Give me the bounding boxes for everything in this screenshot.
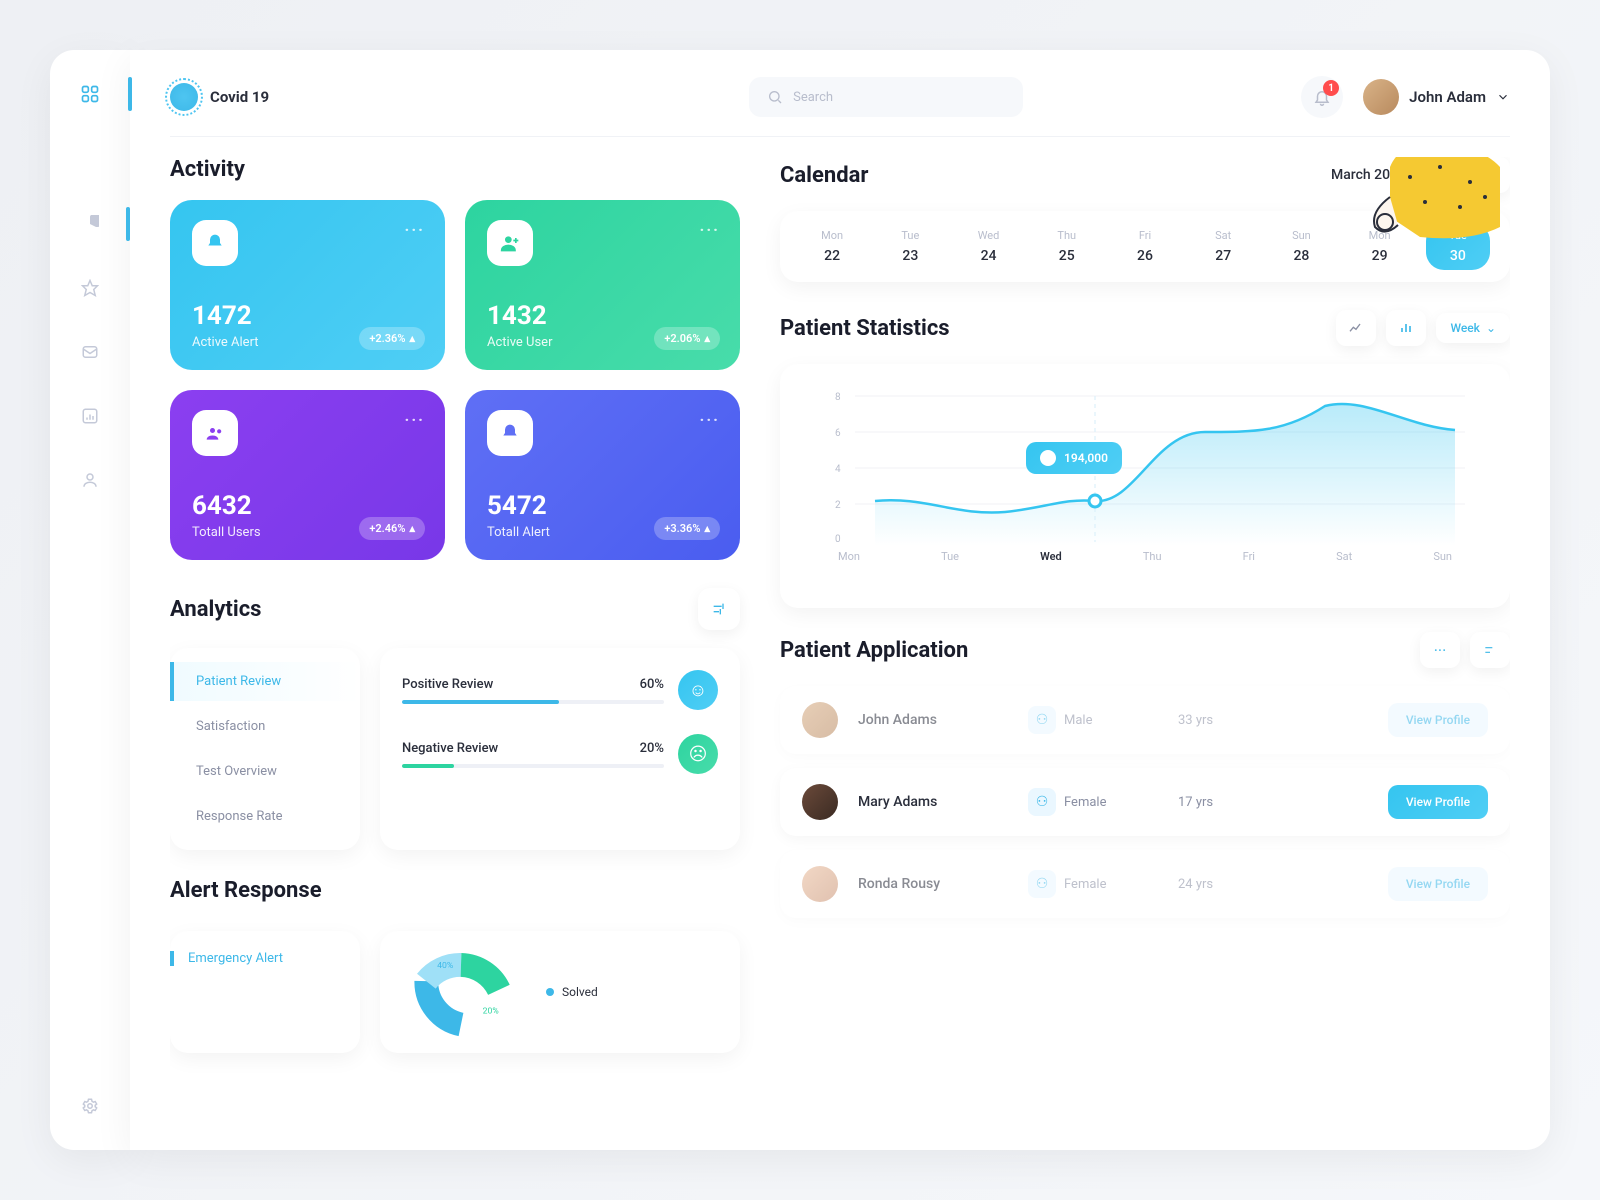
app-title: Covid 19	[210, 88, 269, 106]
view-profile-button[interactable]: View Profile	[1388, 785, 1488, 819]
cal-day-active[interactable]: Tue30	[1426, 223, 1490, 270]
cal-day[interactable]: Sat27	[1195, 229, 1251, 264]
user-plus-icon	[487, 220, 533, 266]
nav-mail-icon[interactable]	[76, 338, 104, 366]
more-button[interactable]: ···	[1420, 632, 1460, 668]
analytics-tabs: Patient Review Satisfaction Test Overvie…	[170, 648, 360, 850]
analytics-title: Analytics	[170, 597, 261, 622]
nav-settings-icon[interactable]	[76, 1092, 104, 1120]
cal-day[interactable]: Mon29	[1352, 229, 1408, 264]
person-icon: ⚇	[1028, 870, 1056, 898]
filter-button[interactable]	[698, 588, 740, 630]
cal-prev-button[interactable]: ‹	[1426, 157, 1462, 193]
card-active-user[interactable]: ··· 1432 Active User +2.06% ▴	[465, 200, 740, 370]
patient-row[interactable]: Mary Adams ⚇Female 17 yrs View Profile	[780, 768, 1510, 836]
user-menu[interactable]: John Adam	[1363, 79, 1510, 115]
svg-text:0: 0	[835, 534, 841, 545]
person-icon: ⚇	[1028, 706, 1056, 734]
tab-test-overview[interactable]: Test Overview	[170, 752, 360, 791]
users-icon	[192, 410, 238, 456]
calendar-strip[interactable]: Mon22 Tue23 Wed24 Thu25 Fri26 Sat27 Sun2…	[780, 211, 1510, 282]
cal-day[interactable]: Wed24	[960, 229, 1016, 264]
search-icon	[767, 89, 783, 105]
svg-text:8: 8	[835, 392, 841, 403]
more-icon[interactable]: ···	[405, 410, 425, 429]
more-icon[interactable]: ···	[700, 220, 720, 239]
view-profile-button[interactable]: View Profile	[1388, 703, 1488, 737]
cal-next-button[interactable]: ›	[1474, 157, 1510, 193]
frown-icon: ☹	[678, 734, 718, 774]
notification-badge: 1	[1323, 80, 1339, 96]
smile-icon: ☺	[678, 670, 718, 710]
more-icon[interactable]: ···	[700, 410, 720, 429]
sidebar	[50, 50, 130, 1150]
tab-satisfaction[interactable]: Satisfaction	[170, 707, 360, 746]
search-input[interactable]: Search	[749, 77, 1023, 117]
delta-chip: +2.46% ▴	[359, 517, 425, 540]
virus-icon	[170, 83, 198, 111]
donut-chart: 40% 20%	[396, 947, 526, 1037]
nav-grid-icon[interactable]	[76, 80, 104, 108]
alert-tabs: Emergency Alert	[170, 931, 360, 1053]
calendar-month: March 2020	[1331, 167, 1406, 183]
tab-patient-review[interactable]: Patient Review	[170, 662, 360, 701]
header: Covid 19 Search 1 John Adam	[170, 76, 1510, 137]
cal-day[interactable]: Fri26	[1117, 229, 1173, 264]
card-total-users[interactable]: ··· 6432 Totall Users +2.46% ▴	[170, 390, 445, 560]
nav-pie-icon[interactable]	[76, 210, 104, 238]
avatar	[802, 702, 838, 738]
svg-text:20%: 20%	[483, 1007, 499, 1017]
avatar	[802, 784, 838, 820]
bell-icon	[487, 410, 533, 456]
stats-title: Patient Statistics	[780, 316, 950, 341]
more-icon[interactable]: ···	[405, 220, 425, 239]
nav-person-icon[interactable]	[76, 466, 104, 494]
cal-day[interactable]: Mon22	[804, 229, 860, 264]
patients-title: Patient Application	[780, 638, 968, 663]
review-card: Positive Review60% ☺ Negative Review20% …	[380, 648, 740, 850]
svg-text:4: 4	[835, 464, 841, 475]
calendar-title: Calendar	[780, 163, 868, 188]
cal-day[interactable]: Sun28	[1273, 229, 1329, 264]
patient-row[interactable]: Ronda Rousy ⚇Female 24 yrs View Profile	[780, 850, 1510, 918]
cal-day[interactable]: Tue23	[882, 229, 938, 264]
nav-chart-icon[interactable]	[76, 402, 104, 430]
patient-row[interactable]: John Adams ⚇Male 33 yrs View Profile	[780, 686, 1510, 754]
stats-chart: 8 6 4 2 0 194,000 MonTueWedThu	[780, 364, 1510, 608]
card-total-alert[interactable]: ··· 5472 Totall Alert +3.36% ▴	[465, 390, 740, 560]
alert-response-title: Alert Response	[170, 878, 740, 903]
chart-bar-toggle[interactable]	[1386, 310, 1426, 346]
chart-line-toggle[interactable]	[1336, 310, 1376, 346]
view-profile-button[interactable]: View Profile	[1388, 867, 1488, 901]
tab-response-rate[interactable]: Response Rate	[170, 797, 360, 836]
person-icon: ⚇	[1028, 788, 1056, 816]
donut-legend: Solved	[546, 985, 598, 999]
user-name: John Adam	[1409, 88, 1486, 106]
bell-icon	[192, 220, 238, 266]
period-dropdown[interactable]: Week ⌄	[1436, 313, 1510, 343]
delta-chip: +2.06% ▴	[654, 327, 720, 350]
svg-text:40%: 40%	[437, 961, 453, 971]
delta-chip: +3.36% ▴	[654, 517, 720, 540]
donut-card: 40% 20% Solved	[380, 931, 740, 1053]
delta-chip: +2.36% ▴	[359, 327, 425, 350]
notification-button[interactable]: 1	[1301, 76, 1343, 118]
main-panel: Covid 19 Search 1 John Adam Activity ···…	[130, 50, 1550, 1150]
nav-star-icon[interactable]	[76, 274, 104, 302]
search-placeholder: Search	[793, 90, 833, 105]
chevron-down-icon: ⌄	[1486, 321, 1496, 335]
avatar	[802, 866, 838, 902]
patient-list: John Adams ⚇Male 33 yrs View Profile Mar…	[780, 686, 1510, 918]
svg-text:6: 6	[835, 428, 841, 439]
avatar	[1363, 79, 1399, 115]
filter-button[interactable]	[1470, 632, 1510, 668]
svg-text:2: 2	[835, 500, 841, 511]
card-active-alert[interactable]: ··· 1472 Active Alert +2.36% ▴	[170, 200, 445, 370]
app-logo[interactable]: Covid 19	[170, 83, 269, 111]
cal-day[interactable]: Thu25	[1039, 229, 1095, 264]
chevron-down-icon	[1496, 90, 1510, 104]
tab-emergency-alert[interactable]: Emergency Alert	[170, 951, 340, 966]
activity-title: Activity	[170, 157, 740, 182]
chart-tooltip: 194,000	[1026, 442, 1122, 474]
